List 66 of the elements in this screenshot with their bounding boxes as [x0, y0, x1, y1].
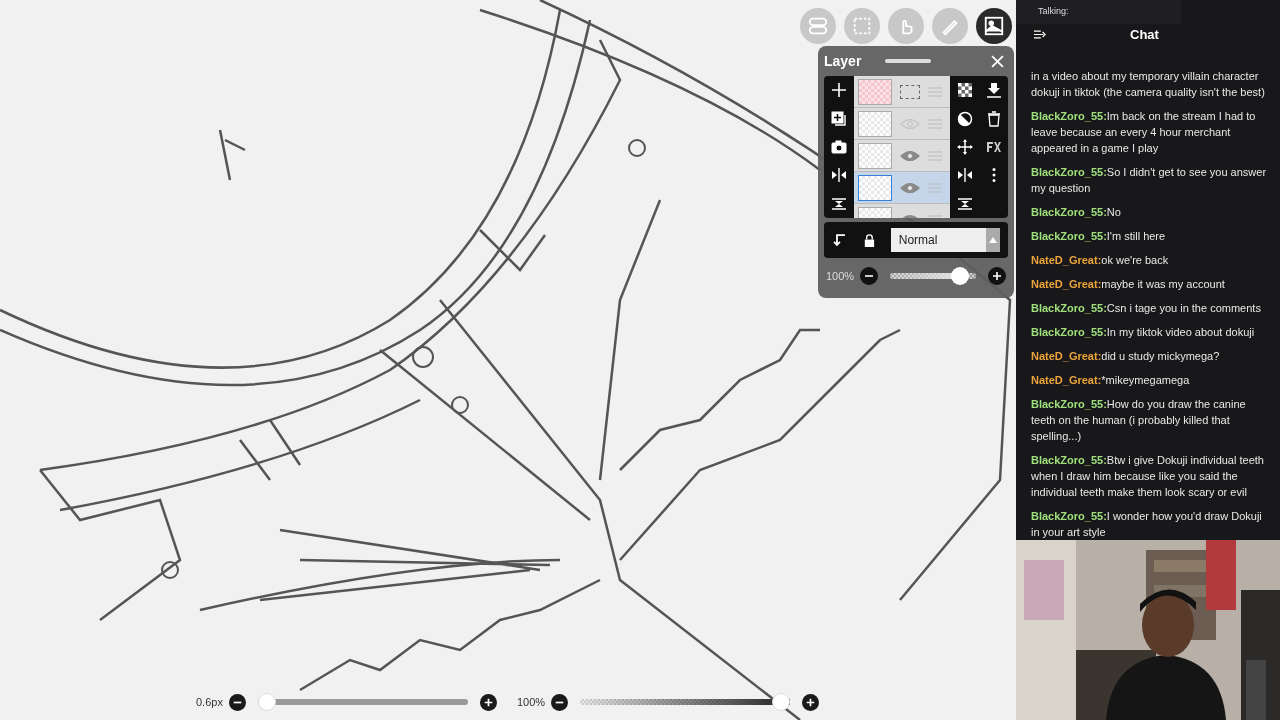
drag-handle[interactable] — [885, 59, 932, 63]
chat-title: Chat — [1130, 26, 1159, 42]
chat-message: NateD_Great:ok we're back — [1031, 253, 1170, 268]
chat-message: BlackZoro_55:In my tiktok video about dokuji — [1031, 325, 1256, 340]
caret-icon — [989, 237, 997, 243]
chat-message: in a video about my temporary villain character dokuji in tiktok (the camera quality isn't the best) — [1031, 69, 1266, 100]
duplicate-icon[interactable] — [831, 110, 847, 127]
minus-button[interactable] — [860, 267, 879, 285]
layer-thumbnail — [858, 142, 892, 169]
chat-message: NateD_Great:maybe it was my account — [1031, 277, 1226, 292]
collapse-icon[interactable] — [1034, 29, 1046, 39]
trash-icon[interactable] — [985, 110, 1002, 127]
chat-message: BlackZoro_55:Csn i tage you in the comments — [1031, 301, 1262, 316]
clipping-icon[interactable] — [832, 232, 848, 248]
chat-message: BlackZoro_55:How do you draw the canine teeth on the human (i probably killed that spelling...) — [1031, 397, 1247, 444]
minus-button[interactable] — [228, 693, 246, 711]
flip-icon[interactable] — [831, 167, 847, 184]
chat-message: NateD_Great:did u study mickymega? — [1031, 349, 1221, 364]
panel-title: Layer — [824, 53, 862, 69]
minus-button[interactable] — [551, 693, 569, 711]
toggle-tool-button[interactable] — [800, 8, 836, 44]
eye-icon[interactable] — [900, 181, 920, 194]
close-icon[interactable] — [991, 54, 1004, 68]
brush-size-slider[interactable] — [257, 693, 468, 711]
merge-icon[interactable] — [956, 195, 973, 212]
chat-message: BlackZoro_55:I'm still here — [1031, 229, 1167, 244]
layer-thumbnail — [858, 174, 892, 201]
chat-message: BlackZoro_55:Btw i give Dokuji individual teeth when I draw him because like you said the individual teeth make them look scary or evil — [1031, 453, 1265, 500]
selection-icon — [851, 15, 873, 37]
layer-thumbnail — [858, 110, 892, 137]
download-icon[interactable] — [985, 82, 1002, 99]
toggle-icon — [807, 15, 829, 37]
layer-row[interactable] — [854, 172, 950, 204]
plus-button[interactable] — [802, 693, 820, 711]
contrast-icon[interactable] — [956, 110, 973, 127]
blend-mode-dropdown[interactable]: Normal — [890, 228, 1000, 252]
brush-opacity-value: 100% — [516, 696, 546, 708]
checker-icon[interactable] — [956, 82, 973, 99]
chat-message: BlackZoro_55:So I didn't get to see you answer my question — [1031, 165, 1268, 196]
chat-message: BlackZoro_55:No — [1031, 205, 1122, 220]
talking-label: Talking: — [1038, 6, 1069, 16]
layer-thumbnail — [858, 78, 892, 105]
opacity-slider[interactable] — [890, 266, 976, 286]
brush-opacity-slider[interactable] — [580, 692, 791, 712]
chat-message: NateD_Great:*mikeymegamega — [1031, 373, 1191, 388]
image-tool-button[interactable] — [976, 8, 1012, 44]
selection-icon — [900, 84, 920, 99]
eye-icon[interactable] — [900, 149, 920, 162]
chat-message: BlackZoro_55:I wonder how you'd draw Dokuji in your art style — [1031, 509, 1263, 540]
camera-icon[interactable] — [831, 138, 847, 155]
merge-icon[interactable] — [831, 195, 847, 212]
layer-row[interactable] — [854, 140, 950, 172]
flip-icon[interactable] — [956, 167, 973, 184]
slider-thumb[interactable] — [257, 693, 276, 711]
opacity-value: 100% — [826, 270, 855, 282]
chat-message: BlackZoro_55:Im back on the stream I had to leave because an every 4 hour merchant appeared in a game I play — [1031, 109, 1257, 156]
brush-size-value: 0.6px — [196, 696, 223, 708]
plus-icon[interactable] — [831, 82, 847, 99]
drawing-canvas[interactable]: Layer Normal 100% 0.6px 100% — [0, 0, 1016, 720]
plus-button[interactable] — [479, 693, 497, 711]
slider-thumb[interactable] — [951, 267, 970, 285]
effects-icon[interactable] — [985, 139, 1002, 155]
image-icon — [983, 15, 1005, 37]
plus-button[interactable] — [988, 267, 1006, 285]
slider-thumb[interactable] — [772, 693, 791, 711]
move-icon[interactable] — [956, 139, 973, 155]
